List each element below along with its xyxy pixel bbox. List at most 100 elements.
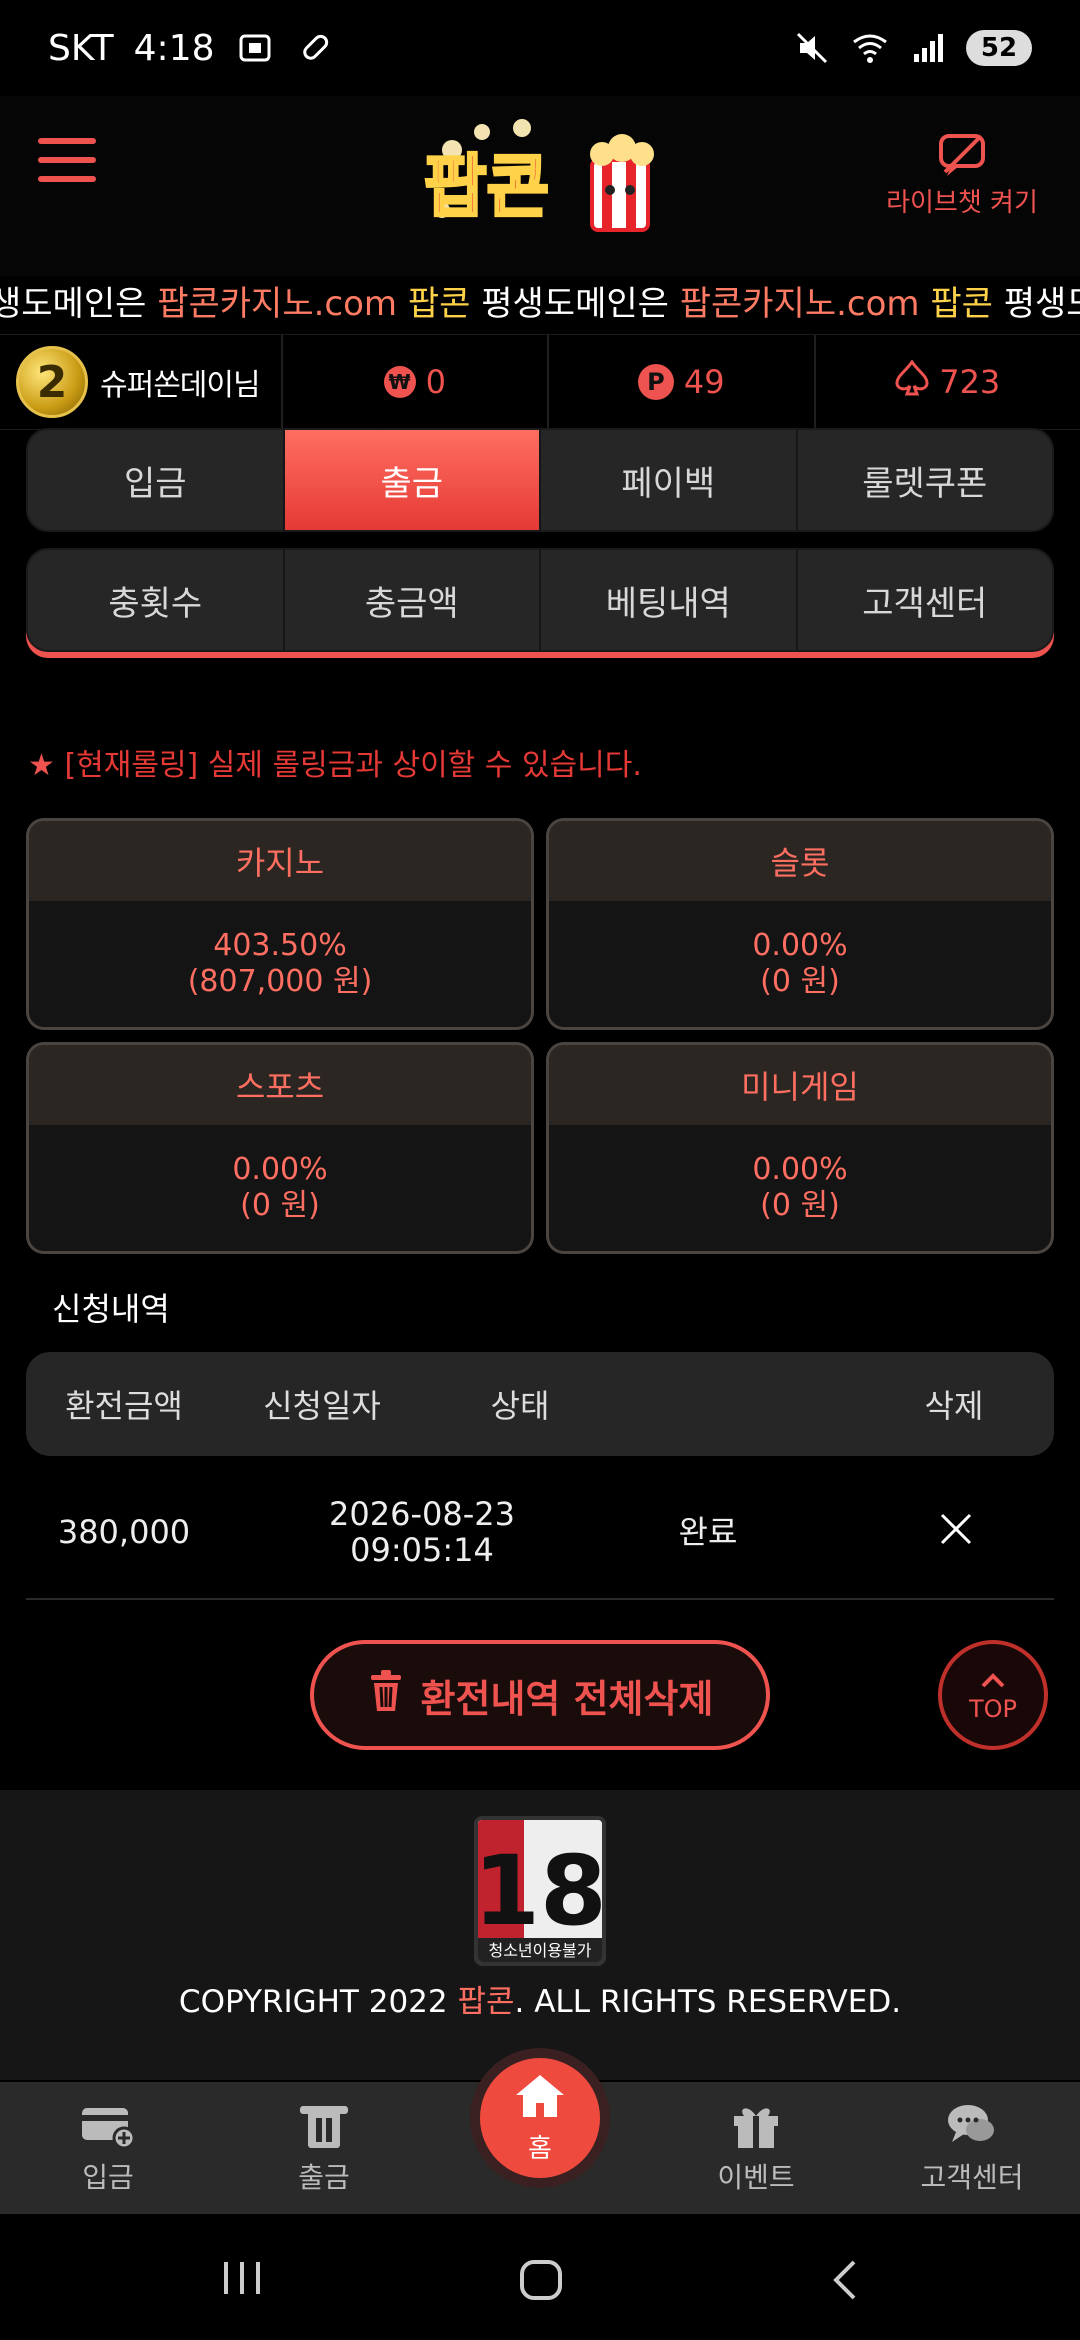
column-header: 신청일자 xyxy=(263,1387,381,1425)
age-restriction-badge: 18 청소년이용불가 xyxy=(474,1816,606,1966)
home-system-icon[interactable] xyxy=(518,2258,564,2306)
clock: 4:18 xyxy=(133,27,215,69)
column-header: 환전금액 xyxy=(65,1387,183,1425)
delete-all-history-button[interactable]: 환전내역 전체삭제 xyxy=(310,1640,770,1750)
livechat-label: 라이브챗 켜기 xyxy=(886,188,1038,218)
user-info-bar: 2 슈퍼쏜데이님 ₩ 0 P 49 723 xyxy=(0,334,1080,430)
star-icon: ★ xyxy=(28,748,55,783)
marquee-text: 팝콘카지노.com xyxy=(679,284,920,324)
recent-apps-icon[interactable] xyxy=(220,2258,264,2302)
withdraw-icon xyxy=(244,2102,404,2150)
marquee-text: 팝콘 xyxy=(397,284,471,324)
row-date-time: 09:05:14 xyxy=(350,1531,494,1569)
delete-all-label: 환전내역 전체삭제 xyxy=(420,1676,714,1721)
history-title: 신청내역 xyxy=(52,1290,170,1328)
home-icon xyxy=(512,2071,568,2128)
row-date: 2026-08-23 09:05:14 xyxy=(322,1464,522,1600)
point-value: 49 xyxy=(683,363,725,401)
back-icon[interactable] xyxy=(830,2258,860,2306)
rolling-card-title: 스포츠 xyxy=(29,1045,531,1125)
rolling-amount: (0 원) xyxy=(240,1188,320,1223)
rolling-percent: 0.00% xyxy=(752,1152,848,1187)
svg-text:팝콘: 팝콘 xyxy=(424,148,549,227)
screenshot-icon xyxy=(235,28,275,68)
rolling-amount: (807,000 원) xyxy=(187,964,373,999)
close-icon xyxy=(938,1511,974,1554)
tab-payback[interactable]: 페이백 xyxy=(541,430,798,530)
rolling-card-sports: 스포츠 0.00% (0 원) xyxy=(26,1042,534,1254)
nav-home[interactable]: 홈 xyxy=(480,2058,600,2178)
brand-logo[interactable]: 팝콘 xyxy=(412,110,672,250)
nav-label: 홈 xyxy=(528,2134,552,2164)
user-profile[interactable]: 2 슈퍼쏜데이님 xyxy=(0,335,283,429)
rolling-amount: (0 원) xyxy=(760,1188,840,1223)
marquee-text: 팝콘카지노.com xyxy=(157,284,398,324)
point-icon: P xyxy=(637,364,674,400)
battery-indicator: 52 xyxy=(966,30,1032,66)
menu-icon[interactable] xyxy=(38,138,96,182)
badge-text: 청소년이용불가 xyxy=(488,1941,591,1960)
wifi-icon xyxy=(850,28,890,68)
rolling-amount: (0 원) xyxy=(760,964,840,999)
mute-icon xyxy=(792,28,832,68)
rolling-card-title: 미니게임 xyxy=(549,1045,1051,1125)
livechat-toggle[interactable]: 라이브챗 켜기 xyxy=(882,132,1042,219)
badge-number: 18 xyxy=(478,1835,602,1947)
point-balance[interactable]: P 49 xyxy=(549,335,816,429)
tab-betting-history[interactable]: 베팅내역 xyxy=(541,550,798,650)
rolling-card-minigame: 미니게임 0.00% (0 원) xyxy=(546,1042,1054,1254)
sub-tabs: 충횟수 충금액 베팅내역 고객센터 xyxy=(26,548,1054,652)
tab-roulette-coupon[interactable]: 룰렛쿠폰 xyxy=(798,430,1053,530)
notice-prefix: [현재롤링] xyxy=(64,748,199,783)
won-balance[interactable]: ₩ 0 xyxy=(283,335,549,429)
row-date-day: 2026-08-23 xyxy=(329,1495,515,1533)
marquee-text: 평생도메 xyxy=(1003,284,1080,324)
rolling-card-slot: 슬롯 0.00% (0 원) xyxy=(546,818,1054,1030)
marquee-text: 평생도메인은 xyxy=(470,284,680,324)
chat-off-icon xyxy=(882,132,1042,178)
main-tabs: 입금 출금 페이백 룰렛쿠폰 xyxy=(26,428,1054,532)
nav-label: 고객센터 xyxy=(920,2161,1024,2194)
system-navigation-bar xyxy=(0,2214,1080,2340)
nav-deposit[interactable]: 입금 xyxy=(28,2102,188,2196)
top-label: TOP xyxy=(968,1695,1018,1723)
card-plus-icon xyxy=(28,2102,188,2150)
nav-withdraw[interactable]: 출금 xyxy=(244,2102,404,2196)
marquee-text: 생도메인은 xyxy=(0,284,158,324)
status-bar: SKT 4:18 52 xyxy=(0,0,1080,96)
scroll-top-button[interactable]: TOP xyxy=(938,1640,1048,1750)
nav-label: 이벤트 xyxy=(717,2161,795,2194)
nav-support[interactable]: 고객센터 xyxy=(892,2102,1052,2196)
rolling-notice: ★ [현재롤링] 실제 롤링금과 상이할 수 있습니다. xyxy=(28,740,642,784)
footer: 18 청소년이용불가 COPYRIGHT 2022 팝콘. ALL RIGHTS… xyxy=(0,1790,1080,2080)
tab-charge-count[interactable]: 충횟수 xyxy=(28,550,285,650)
rolling-card-title: 슬롯 xyxy=(549,821,1051,901)
tab-customer-center[interactable]: 고객센터 xyxy=(798,550,1053,650)
copyright-pre: COPYRIGHT 2022 xyxy=(178,1984,458,2020)
spade-balance[interactable]: 723 xyxy=(816,335,1080,429)
column-header: 상태 xyxy=(490,1387,550,1425)
spade-icon xyxy=(895,359,929,404)
spade-value: 723 xyxy=(939,363,1001,401)
tab-deposit[interactable]: 입금 xyxy=(28,430,285,530)
column-header: 삭제 xyxy=(924,1387,984,1425)
domain-marquee: 생도메인은 팝콘카지노.com 팝콘 평생도메인은 팝콘카지노.com 팝콘 평… xyxy=(0,276,1080,332)
rolling-card-title: 카지노 xyxy=(29,821,531,901)
marquee-text: 팝콘 xyxy=(919,284,993,324)
chat-icon xyxy=(892,2102,1052,2150)
rolling-percent: 403.50% xyxy=(213,928,347,963)
rolling-card-casino: 카지노 403.50% (807,000 원) xyxy=(26,818,534,1030)
gift-icon xyxy=(676,2102,836,2150)
tab-charge-amount[interactable]: 충금액 xyxy=(285,550,541,650)
table-row: 380,000 2026-08-23 09:05:14 완료 xyxy=(26,1464,1054,1600)
copyright-post: . ALL RIGHTS RESERVED. xyxy=(514,1984,902,2020)
row-status: 완료 xyxy=(678,1513,738,1551)
carrier-label: SKT xyxy=(48,27,114,69)
tab-withdraw[interactable]: 출금 xyxy=(284,430,541,530)
delete-row-button[interactable] xyxy=(928,1464,984,1600)
username: 슈퍼쏜데이님 xyxy=(100,368,261,403)
row-amount: 380,000 xyxy=(57,1513,191,1551)
nav-event[interactable]: 이벤트 xyxy=(676,2102,836,2196)
won-value: 0 xyxy=(425,363,446,401)
nav-label: 출금 xyxy=(298,2161,350,2194)
